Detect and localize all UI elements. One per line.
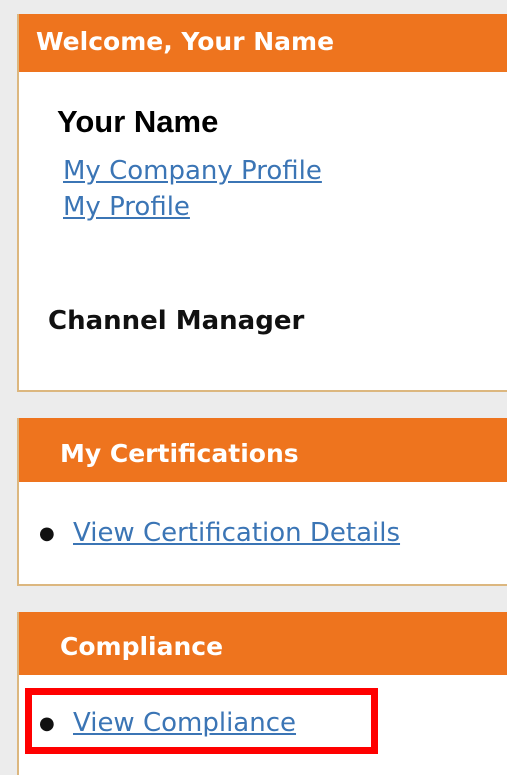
- list-item: ● View Certification Details: [39, 518, 400, 548]
- my-profile-link[interactable]: My Profile: [63, 192, 190, 222]
- role-title: Channel Manager: [48, 306, 305, 336]
- certifications-panel-header: My Certifications: [19, 418, 507, 482]
- welcome-panel-header: Welcome, Your Name: [19, 14, 507, 72]
- compliance-panel-header: Compliance: [19, 612, 507, 675]
- user-name: Your Name: [57, 104, 219, 139]
- welcome-panel: Welcome, Your Name Your Name My Company …: [17, 14, 507, 392]
- view-certification-details-link[interactable]: View Certification Details: [73, 518, 400, 548]
- certifications-panel: My Certifications ● View Certification De…: [17, 418, 507, 586]
- bullet-icon: ●: [39, 523, 55, 544]
- my-company-profile-link[interactable]: My Company Profile: [63, 156, 322, 186]
- highlight-box: [25, 688, 378, 754]
